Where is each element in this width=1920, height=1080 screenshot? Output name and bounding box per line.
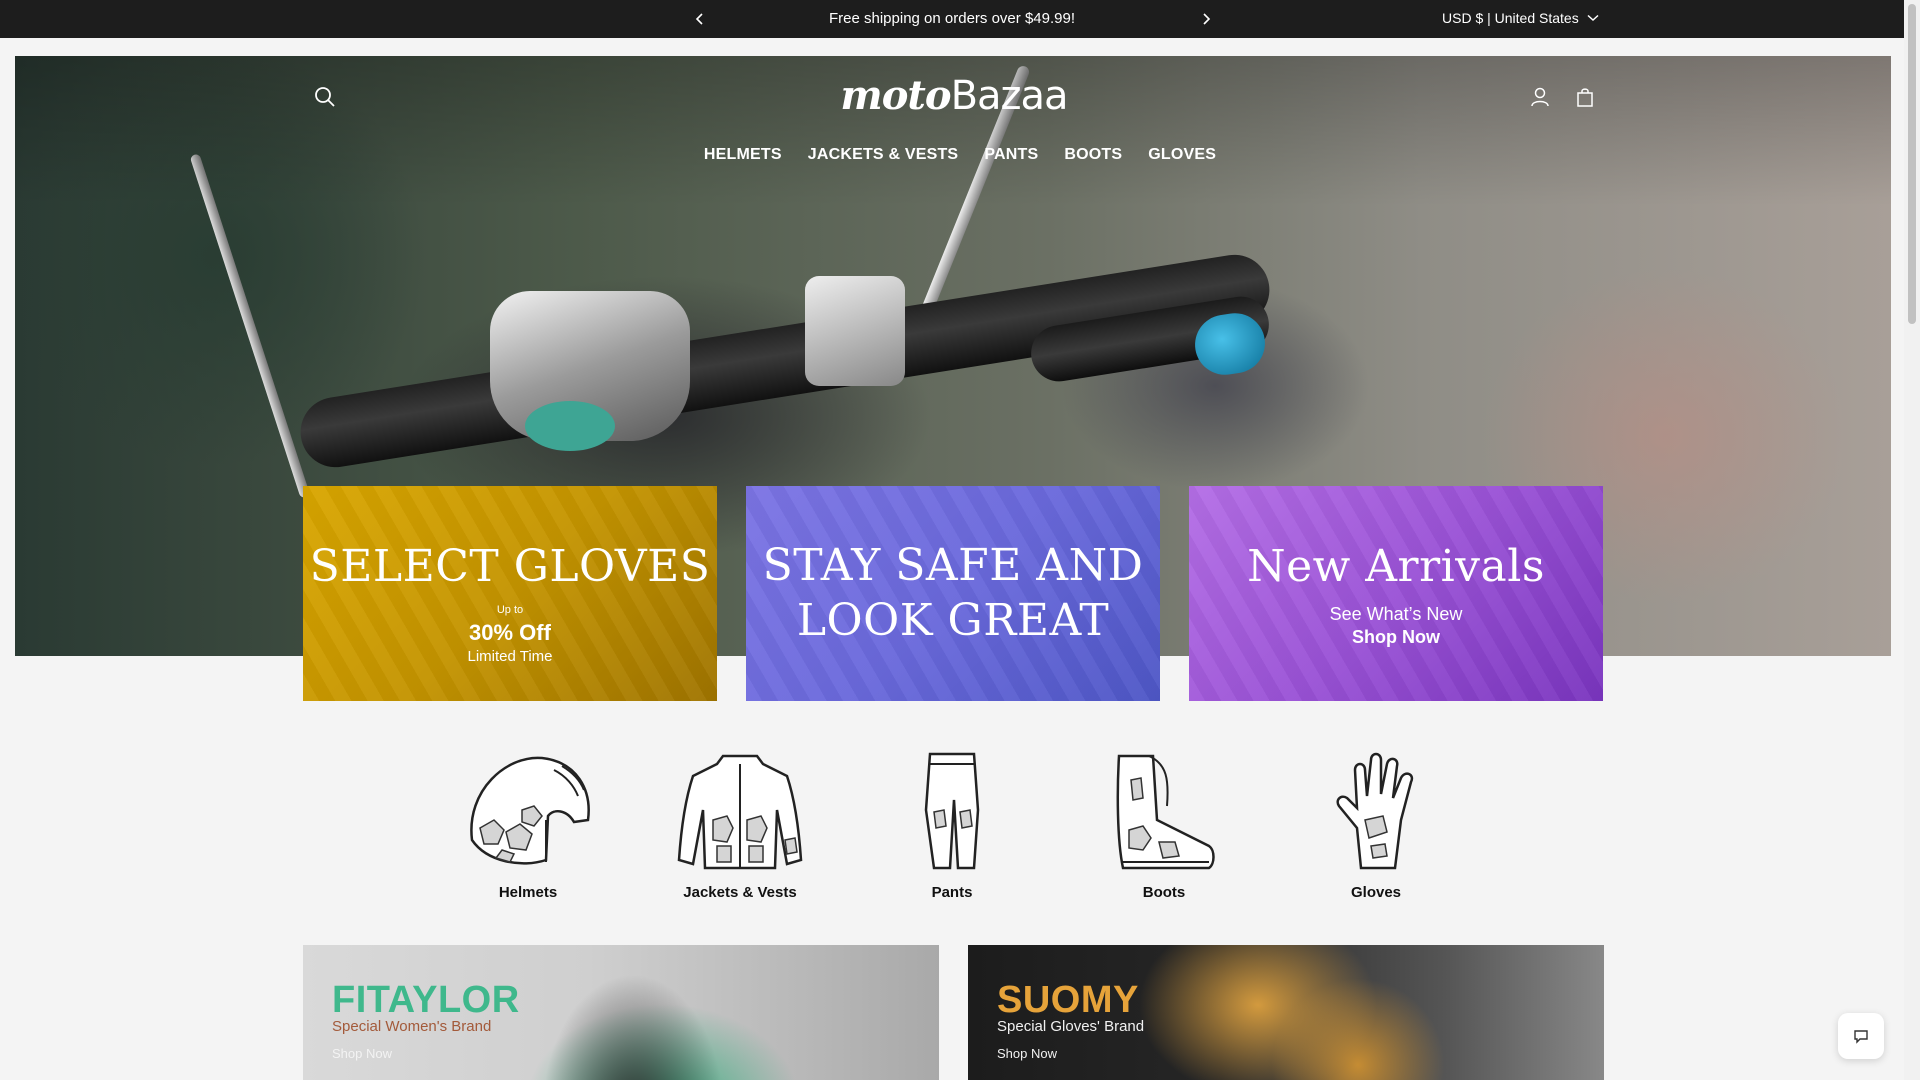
brand-shop-now-link[interactable]: Shop Now — [997, 1046, 1057, 1061]
nav-gloves[interactable]: GLOVES — [1148, 146, 1216, 164]
announcement-bar: Free shipping on orders over $49.99! USD… — [0, 0, 1920, 38]
category-helmets[interactable]: Helmets — [453, 750, 603, 901]
currency-label: USD $ | United States — [1442, 10, 1579, 26]
page-scrollbar[interactable] — [1904, 0, 1920, 1080]
helmet-icon — [470, 756, 590, 865]
glove-icon — [1336, 752, 1414, 870]
main-navigation: HELMETS JACKETS & VESTS PANTS BOOTS GLOV… — [0, 146, 1920, 164]
promo-title-line2: LOOK GREAT — [796, 595, 1110, 646]
announcement-next-button[interactable] — [1195, 8, 1217, 30]
user-icon — [1531, 87, 1549, 107]
chat-button[interactable] — [1838, 1013, 1884, 1059]
brand-tagline: Special Women's Brand — [332, 1018, 492, 1035]
jacket-icon — [677, 754, 803, 870]
search-icon — [315, 87, 335, 107]
promo-select-gloves[interactable]: SELECT GLOVES Up to 30% Off Limited Time — [303, 486, 717, 701]
category-jackets-vests[interactable]: Jackets & Vests — [665, 750, 815, 901]
nav-pants[interactable]: PANTS — [984, 146, 1038, 164]
chevron-right-icon — [1203, 13, 1211, 25]
nav-jackets-vests[interactable]: JACKETS & VESTS — [808, 146, 959, 164]
category-label: Gloves — [1350, 884, 1402, 901]
category-boots[interactable]: Boots — [1089, 750, 1239, 901]
chat-icon — [1854, 1030, 1868, 1044]
boot-icon — [1116, 754, 1215, 870]
announcement-prev-button[interactable] — [689, 8, 711, 30]
logo-bazaa: Bazaa — [950, 73, 1069, 119]
promo-shop-now[interactable]: Shop Now — [1189, 627, 1603, 648]
cart-button[interactable] — [1570, 82, 1600, 112]
brand-banner-fitaylor[interactable]: FITAYLOR Special Women's Brand Shop Now — [303, 945, 939, 1080]
category-label: Pants — [931, 884, 973, 901]
chevron-left-icon — [695, 13, 703, 25]
site-logo[interactable]: moto Bazaa — [838, 72, 1070, 122]
nav-boots[interactable]: BOOTS — [1064, 146, 1122, 164]
promo-new-arrivals[interactable]: New Arrivals See What’s New Shop Now — [1189, 486, 1603, 701]
pants-icon — [924, 752, 980, 870]
announcement-message: Free shipping on orders over $49.99! — [829, 10, 1075, 27]
promo-see-whats-new: See What’s New — [1329, 604, 1463, 624]
brand-name: FITAYLOR — [332, 979, 520, 1021]
brand-tagline: Special Gloves' Brand — [997, 1018, 1145, 1035]
promo-title-line1: STAY SAFE AND — [762, 540, 1144, 591]
brand-banner-suomy[interactable]: SUOMY Special Gloves' Brand Shop Now — [968, 945, 1604, 1080]
search-button[interactable] — [310, 82, 340, 112]
category-label: Helmets — [498, 884, 558, 901]
promo-title: STAY SAFE AND LOOK GREAT — [746, 538, 1160, 648]
brand-shop-now-link[interactable]: Shop Now — [332, 1046, 392, 1061]
promo-limited: Limited Time — [467, 648, 553, 665]
promo-stay-safe[interactable]: STAY SAFE AND LOOK GREAT — [746, 486, 1160, 701]
category-label: Jackets & Vests — [683, 884, 797, 901]
category-gloves[interactable]: Gloves — [1301, 750, 1451, 901]
currency-selector[interactable]: USD $ | United States — [1442, 10, 1599, 26]
cart-icon — [1577, 88, 1593, 107]
brand-name: SUOMY — [997, 979, 1139, 1021]
chevron-down-icon — [1587, 14, 1599, 22]
category-label: Boots — [1142, 884, 1186, 901]
account-button[interactable] — [1525, 82, 1555, 112]
promo-upto: Up to — [496, 604, 524, 616]
promo-title: SELECT GLOVES — [309, 541, 711, 592]
scrollbar-thumb[interactable] — [1908, 4, 1916, 324]
category-pants[interactable]: Pants — [877, 750, 1027, 901]
promo-title: New Arrivals — [1247, 541, 1545, 592]
promo-discount: 30% Off — [469, 620, 551, 645]
logo-moto: moto — [840, 72, 951, 119]
nav-helmets[interactable]: HELMETS — [704, 146, 782, 164]
